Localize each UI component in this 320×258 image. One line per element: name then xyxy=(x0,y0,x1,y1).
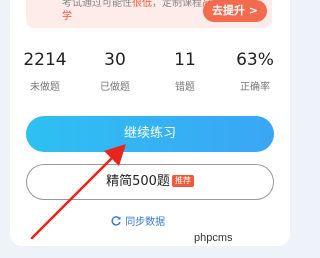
sync-data-link[interactable]: 同步数据 xyxy=(110,215,200,231)
stat-label: 正确率 xyxy=(240,82,270,93)
refresh-icon xyxy=(110,215,122,227)
selected-500-label: 精简500题 xyxy=(106,174,170,189)
stat-value: 30 xyxy=(104,50,126,70)
continue-practice-button[interactable]: 继续练习 xyxy=(26,116,274,152)
selected-500-button[interactable]: 精简500题 推荐 xyxy=(26,164,274,200)
stat-done[interactable]: 30 已做题 xyxy=(80,50,150,94)
stat-label: 错题 xyxy=(175,82,195,93)
stat-wrong[interactable]: 11 错题 xyxy=(150,50,220,94)
watermark: phpcms xyxy=(194,232,233,244)
banner-text-2: ，定制课程 xyxy=(152,0,202,9)
banner-text-1: 考试通过可能性 xyxy=(62,0,132,9)
stat-label: 未做题 xyxy=(30,82,60,93)
banner-highlight-1: 很低 xyxy=(132,0,152,9)
stats-row: 2214 未做题 30 已做题 11 错题 63% 正确率 xyxy=(10,50,290,100)
stat-accuracy: 63% 正确率 xyxy=(220,50,290,94)
sync-data-label: 同步数据 xyxy=(125,217,166,228)
stat-label: 已做题 xyxy=(100,82,130,93)
stat-value: 11 xyxy=(174,50,196,70)
recommend-badge: 推荐 xyxy=(171,175,194,187)
stat-undone[interactable]: 2214 未做题 xyxy=(10,50,80,94)
stat-value: 63% xyxy=(236,50,274,70)
banner-text: 考试通过可能性很低，定制课程高效学 xyxy=(62,0,226,23)
improve-button[interactable]: 去提升 > xyxy=(203,0,267,22)
stat-value: 2214 xyxy=(23,50,67,70)
